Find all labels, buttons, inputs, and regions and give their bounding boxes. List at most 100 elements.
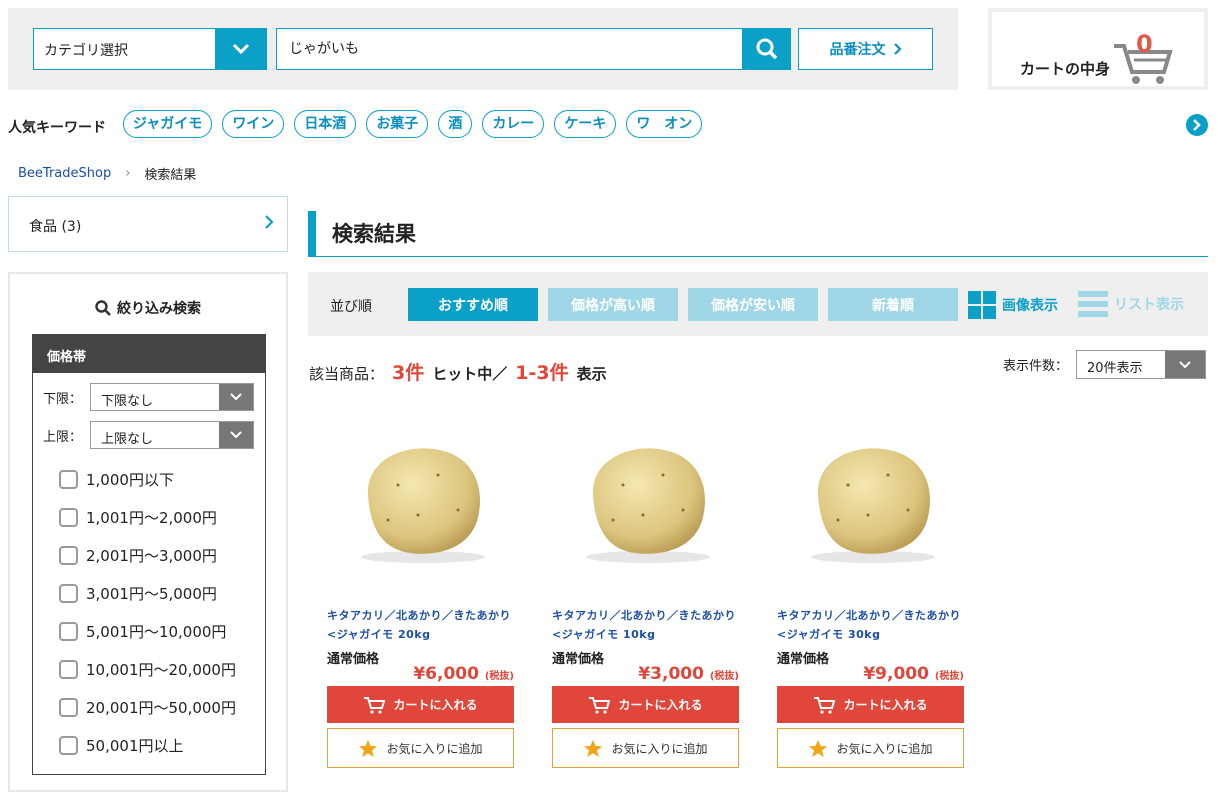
product-name-link[interactable]: キタアカリ／北あかり／きたあかり <ジャガイモ 30kg <box>777 606 973 644</box>
price-range-label: 10,001円〜20,000円 <box>86 661 236 679</box>
add-to-favorites-label: お気に入りに追加 <box>611 741 708 756</box>
category-item-label: 食品 (3) <box>29 219 82 235</box>
keyword-tag[interactable]: お菓子 <box>366 110 429 138</box>
price-range-option[interactable]: 10,001円〜20,000円 <box>59 659 236 680</box>
keyword-tag[interactable]: ワ オン <box>626 110 703 138</box>
checkbox[interactable] <box>59 470 78 489</box>
result-count: 該当商品： 3件 ヒット中／ 1-3件 表示 <box>309 358 607 385</box>
price-filter: 価格帯 下限： 下限なし 上限： 上限なし 1,000円以下 1,001円〜2,… <box>32 334 266 775</box>
product-image[interactable] <box>323 410 523 590</box>
product-price: ¥6,000 (税抜) <box>323 664 514 684</box>
chevron-right-icon <box>265 215 273 229</box>
checkbox[interactable] <box>59 660 78 679</box>
search-icon <box>95 300 111 316</box>
search-button[interactable] <box>742 28 791 70</box>
page-title: 検索結果 <box>308 211 1208 257</box>
price-range-option[interactable]: 5,001円〜10,000円 <box>59 621 226 642</box>
per-page-label: 表示件数： <box>1003 359 1069 374</box>
search-icon <box>756 38 777 60</box>
add-to-cart-button[interactable]: カートに入れる <box>552 686 739 723</box>
sort-price-high-button[interactable]: 価格が高い順 <box>548 288 678 321</box>
add-to-cart-label: カートに入れる <box>843 698 928 712</box>
keyword-tag[interactable]: 酒 <box>438 110 473 138</box>
keyword-next-button[interactable] <box>1186 114 1208 136</box>
keyword-tag[interactable]: ジャガイモ <box>123 110 213 138</box>
product-card: キタアカリ／北あかり／きたあかり <ジャガイモ 20kg 通常価格 ¥6,000… <box>323 410 523 768</box>
product-name-line: <ジャガイモ 10kg <box>552 628 656 641</box>
price-range-option[interactable]: 3,001円〜5,000円 <box>59 583 217 604</box>
view-list-button[interactable]: リスト表示 <box>1078 291 1184 317</box>
add-to-cart-button[interactable]: カートに入れる <box>777 686 964 723</box>
search-input[interactable]: じゃがいも <box>276 28 744 70</box>
tax-note: (税抜) <box>484 671 514 682</box>
breadcrumb: BeeTradeShop › 検索結果 <box>18 164 196 183</box>
keyword-tag[interactable]: ケーキ <box>554 110 617 138</box>
add-to-cart-button[interactable]: カートに入れる <box>327 686 514 723</box>
sort-newest-button[interactable]: 新着順 <box>828 288 958 321</box>
price-range-option[interactable]: 2,001円〜3,000円 <box>59 545 217 566</box>
checkbox[interactable] <box>59 584 78 603</box>
per-page-select[interactable]: 20件表示 <box>1076 350 1207 379</box>
price-range-option[interactable]: 50,001円以上 <box>59 735 184 756</box>
checkbox[interactable] <box>59 622 78 641</box>
count-range: 1-3件 <box>515 362 569 384</box>
checkbox[interactable] <box>59 698 78 717</box>
star-icon <box>809 739 828 757</box>
checkbox[interactable] <box>59 546 78 565</box>
order-by-code-button[interactable]: 品番注文 <box>798 28 933 70</box>
per-page: 表示件数： 20件表示 <box>1003 350 1207 379</box>
lower-limit-select[interactable]: 下限なし <box>90 383 255 411</box>
count-total: 3件 <box>392 362 425 384</box>
keyword-tag[interactable]: 日本酒 <box>294 110 357 138</box>
lower-limit-row: 下限： 下限なし <box>43 383 255 411</box>
price-range-option[interactable]: 1,001円〜2,000円 <box>59 507 217 528</box>
view-image-label: 画像表示 <box>1002 298 1058 314</box>
breadcrumb-home-link[interactable]: BeeTradeShop <box>18 166 111 181</box>
checkbox[interactable] <box>59 736 78 755</box>
view-image-button[interactable]: 画像表示 <box>968 291 1058 319</box>
keyword-tag[interactable]: ワイン <box>222 110 285 138</box>
tax-note: (税抜) <box>934 671 964 682</box>
popular-keywords-label: 人気キーワード <box>8 120 106 136</box>
price-range-option[interactable]: 1,000円以下 <box>59 469 174 490</box>
product-name-link[interactable]: キタアカリ／北あかり／きたあかり <ジャガイモ 10kg <box>552 606 748 644</box>
cart-widget[interactable]: カートの中身 0 <box>988 8 1208 90</box>
price-value: ¥9,000 <box>863 664 929 684</box>
checkbox[interactable] <box>59 508 78 527</box>
breadcrumb-current: 検索結果 <box>144 168 197 183</box>
category-item-food[interactable]: 食品 (3) <box>8 196 288 252</box>
chevron-down-icon[interactable] <box>215 29 266 69</box>
tax-note: (税抜) <box>709 671 739 682</box>
add-to-favorites-button[interactable]: お気に入りに追加 <box>552 728 739 768</box>
product-name-line: キタアカリ／北あかり／きたあかり <box>327 609 511 622</box>
sort-recommended-button[interactable]: おすすめ順 <box>408 288 538 321</box>
list-icon <box>1078 291 1108 317</box>
potato-image <box>361 448 485 563</box>
filter-title: 絞り込み検索 <box>10 298 286 318</box>
breadcrumb-separator-icon: › <box>125 166 131 181</box>
filter-panel: 絞り込み検索 価格帯 下限： 下限なし 上限： 上限なし 1,000円以下 1,… <box>8 272 288 792</box>
per-page-value: 20件表示 <box>1087 361 1143 376</box>
product-name-link[interactable]: キタアカリ／北あかり／きたあかり <ジャガイモ 20kg <box>327 606 523 644</box>
upper-limit-select[interactable]: 上限なし <box>90 421 255 449</box>
product-image[interactable] <box>548 410 748 590</box>
add-to-favorites-button[interactable]: お気に入りに追加 <box>327 728 514 768</box>
price-value: ¥6,000 <box>413 664 479 684</box>
sort-price-low-button[interactable]: 価格が安い順 <box>688 288 818 321</box>
price-range-label: 5,001円〜10,000円 <box>86 623 227 641</box>
chevron-right-icon <box>1193 119 1201 131</box>
product-name-line: キタアカリ／北あかり／きたあかり <box>777 609 961 622</box>
add-to-cart-label: カートに入れる <box>393 698 478 712</box>
category-select[interactable]: カテゴリ選択 <box>33 28 267 70</box>
chevron-right-icon <box>893 43 902 55</box>
product-card: キタアカリ／北あかり／きたあかり <ジャガイモ 30kg 通常価格 ¥9,000… <box>773 410 973 768</box>
product-name-line: キタアカリ／北あかり／きたあかり <box>552 609 736 622</box>
price-range-option[interactable]: 20,001円〜50,000円 <box>59 697 236 718</box>
cart-icon <box>589 696 611 714</box>
product-image[interactable] <box>773 410 973 590</box>
star-icon <box>359 739 378 757</box>
price-filter-heading: 価格帯 <box>33 335 265 373</box>
add-to-favorites-button[interactable]: お気に入りに追加 <box>777 728 964 768</box>
upper-limit-label: 上限： <box>43 429 83 445</box>
keyword-tag[interactable]: カレー <box>482 110 545 138</box>
